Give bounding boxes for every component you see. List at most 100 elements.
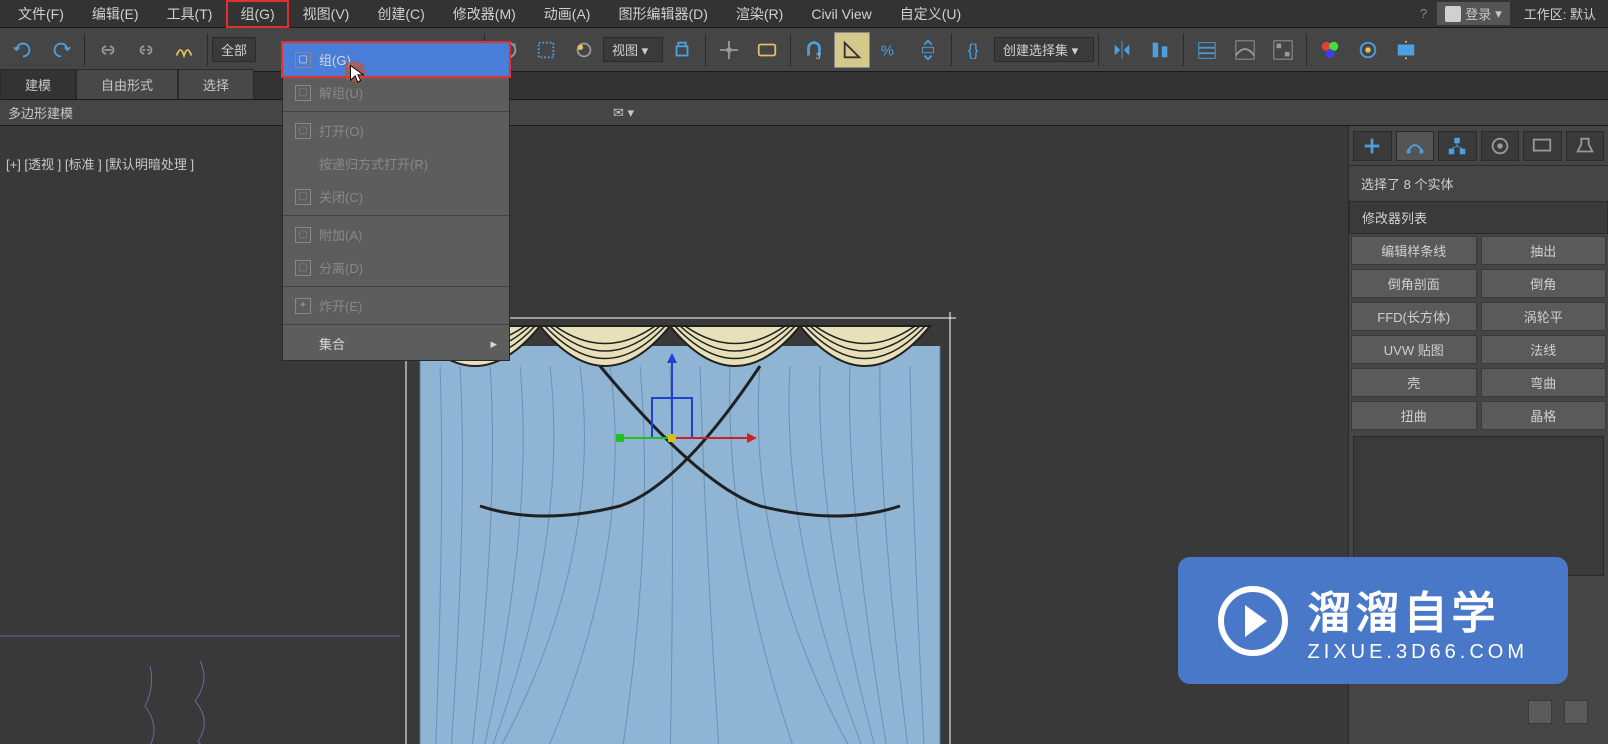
schematic-view-button[interactable] bbox=[1265, 32, 1301, 68]
snap-toggle-button[interactable]: 3 bbox=[796, 32, 832, 68]
curve-editor-button[interactable] bbox=[1227, 32, 1263, 68]
menu-animation[interactable]: 动画(A) bbox=[530, 0, 605, 28]
workspace-selector[interactable]: 工作区: 默认 bbox=[1516, 0, 1604, 27]
tab-utilities-panel[interactable] bbox=[1566, 131, 1605, 161]
btn-lattice[interactable]: 晶格 bbox=[1481, 401, 1607, 430]
layer-button[interactable] bbox=[1189, 32, 1225, 68]
manipulate-button[interactable] bbox=[711, 32, 747, 68]
selection-filter[interactable]: 全部 bbox=[212, 37, 256, 62]
bind-button[interactable] bbox=[166, 32, 202, 68]
btn-bevel-profile[interactable]: 倒角剖面 bbox=[1351, 269, 1477, 298]
menu-bar: 文件(F) 编辑(E) 工具(T) 组(G) 视图(V) 创建(C) 修改器(M… bbox=[0, 0, 1608, 28]
align-button[interactable] bbox=[1142, 32, 1178, 68]
mail-icon[interactable]: ✉ ▾ bbox=[613, 105, 634, 121]
keyboard-shortcut-button[interactable] bbox=[749, 32, 785, 68]
btn-uvw-map[interactable]: UVW 贴图 bbox=[1351, 335, 1477, 364]
workspace-value: 默认 bbox=[1570, 7, 1596, 22]
modifier-list-dropdown[interactable]: 修改器列表 bbox=[1349, 201, 1608, 234]
percent-snap-button[interactable]: % bbox=[872, 32, 908, 68]
editset-button[interactable]: {} bbox=[957, 32, 993, 68]
menu-file[interactable]: 文件(F) bbox=[4, 0, 78, 28]
ribbon-sub-bar: 多边形建模 ✉ ▾ bbox=[0, 100, 1608, 126]
btn-normal[interactable]: 法线 bbox=[1481, 335, 1607, 364]
dropdown-close[interactable]: ▢ 关闭(C) bbox=[283, 180, 509, 213]
svg-text:%: % bbox=[881, 43, 894, 59]
undo-button[interactable] bbox=[5, 32, 41, 68]
unlink-button[interactable] bbox=[128, 32, 164, 68]
login-dropdown-arrow: ▾ bbox=[1495, 6, 1502, 22]
material-editor-button[interactable] bbox=[1312, 32, 1348, 68]
spinner-snap-button[interactable] bbox=[910, 32, 946, 68]
menu-view[interactable]: 视图(V) bbox=[289, 0, 364, 28]
help-icon[interactable]: ? bbox=[1420, 6, 1427, 21]
attach-icon: ▢ bbox=[295, 227, 311, 243]
btn-twist[interactable]: 扭曲 bbox=[1351, 401, 1477, 430]
btn-bevel[interactable]: 倒角 bbox=[1481, 269, 1607, 298]
btn-bend[interactable]: 弯曲 bbox=[1481, 368, 1607, 397]
btn-extrude[interactable]: 抽出 bbox=[1481, 236, 1607, 265]
menu-modifiers[interactable]: 修改器(M) bbox=[439, 0, 530, 28]
user-icon bbox=[1445, 6, 1461, 22]
menu-group[interactable]: 组(G) bbox=[226, 0, 288, 28]
dropdown-assembly[interactable]: 集合 ▸ bbox=[283, 327, 509, 360]
dropdown-group[interactable]: ▢ 组(G)... bbox=[281, 41, 511, 78]
link-button[interactable] bbox=[90, 32, 126, 68]
menu-render[interactable]: 渲染(R) bbox=[722, 0, 797, 28]
menu-civil-view[interactable]: Civil View bbox=[797, 2, 885, 26]
tab-freeform[interactable]: 自由形式 bbox=[76, 69, 178, 99]
tab-hierarchy-panel[interactable] bbox=[1438, 131, 1477, 161]
btn-turbo[interactable]: 涡轮平 bbox=[1481, 302, 1607, 331]
login-label: 登录 bbox=[1465, 4, 1491, 23]
dropdown-ungroup[interactable]: ▢ 解组(U) bbox=[283, 76, 509, 109]
ungroup-icon: ▢ bbox=[295, 85, 311, 101]
command-panel-tabs bbox=[1349, 126, 1608, 166]
named-selection-dropdown[interactable]: 创建选择集 ▾ bbox=[994, 37, 1094, 62]
pivot-center-button[interactable] bbox=[664, 32, 700, 68]
redo-button[interactable] bbox=[43, 32, 79, 68]
btn-edit-spline[interactable]: 编辑样条线 bbox=[1351, 236, 1477, 265]
cursor-icon bbox=[345, 62, 367, 89]
menu-tools[interactable]: 工具(T) bbox=[153, 0, 227, 28]
mirror-button[interactable] bbox=[1104, 32, 1140, 68]
bottom-icon-bar bbox=[1528, 700, 1588, 724]
menu-graph-editors[interactable]: 图形编辑器(D) bbox=[604, 0, 721, 28]
ref-coord-dropdown[interactable]: 视图 ▾ bbox=[603, 37, 663, 62]
menu-custom[interactable]: 自定义(U) bbox=[886, 0, 975, 28]
watermark-subtitle: ZIXUE.3D66.COM bbox=[1308, 641, 1528, 664]
tab-display-panel[interactable] bbox=[1523, 131, 1562, 161]
ribbon-tabs: 建模 自由形式 选择 bbox=[0, 72, 1608, 100]
render-button[interactable] bbox=[1388, 32, 1424, 68]
bottom-icon-2[interactable] bbox=[1564, 700, 1588, 724]
viewport-canvas bbox=[0, 126, 1348, 744]
main-toolbar: 全部 视图 ▾ 3 % {} 创建选择集 ▾ bbox=[0, 28, 1608, 72]
close-icon: ▢ bbox=[295, 189, 311, 205]
tab-motion-panel[interactable] bbox=[1481, 131, 1520, 161]
btn-ffd-box[interactable]: FFD(长方体) bbox=[1351, 302, 1477, 331]
render-setup-button[interactable] bbox=[1350, 32, 1386, 68]
selection-status: 选择了 8 个实体 bbox=[1349, 166, 1608, 201]
watermark: 溜溜自学 ZIXUE.3D66.COM bbox=[1178, 557, 1568, 684]
menu-create[interactable]: 创建(C) bbox=[363, 0, 438, 28]
modifier-stack[interactable] bbox=[1353, 436, 1604, 576]
angle-snap-button[interactable] bbox=[834, 32, 870, 68]
explode-icon: ✦ bbox=[295, 298, 311, 314]
dropdown-detach[interactable]: ▢ 分离(D) bbox=[283, 251, 509, 284]
viewport[interactable]: [+] [透视 ] [标准 ] [默认明暗处理 ] bbox=[0, 126, 1348, 744]
dropdown-open-recursive[interactable]: 按递归方式打开(R) bbox=[283, 147, 509, 180]
poly-modeling-label[interactable]: 多边形建模 bbox=[8, 103, 73, 122]
svg-text:{}: {} bbox=[968, 41, 980, 59]
dropdown-explode[interactable]: ✦ 炸开(E) bbox=[283, 289, 509, 322]
menu-edit[interactable]: 编辑(E) bbox=[78, 0, 153, 28]
dropdown-open[interactable]: ▢ 打开(O) bbox=[283, 114, 509, 147]
login-box[interactable]: 登录 ▾ bbox=[1437, 2, 1510, 25]
scale-button[interactable] bbox=[528, 32, 564, 68]
dropdown-attach[interactable]: ▢ 附加(A) bbox=[283, 218, 509, 251]
tab-modeling[interactable]: 建模 bbox=[0, 69, 76, 99]
btn-shell[interactable]: 壳 bbox=[1351, 368, 1477, 397]
tab-create-panel[interactable] bbox=[1353, 131, 1392, 161]
bottom-icon-1[interactable] bbox=[1528, 700, 1552, 724]
tab-select[interactable]: 选择 bbox=[178, 69, 254, 99]
detach-icon: ▢ bbox=[295, 260, 311, 276]
tab-modify-panel[interactable] bbox=[1396, 131, 1435, 161]
placement-button[interactable] bbox=[566, 32, 602, 68]
